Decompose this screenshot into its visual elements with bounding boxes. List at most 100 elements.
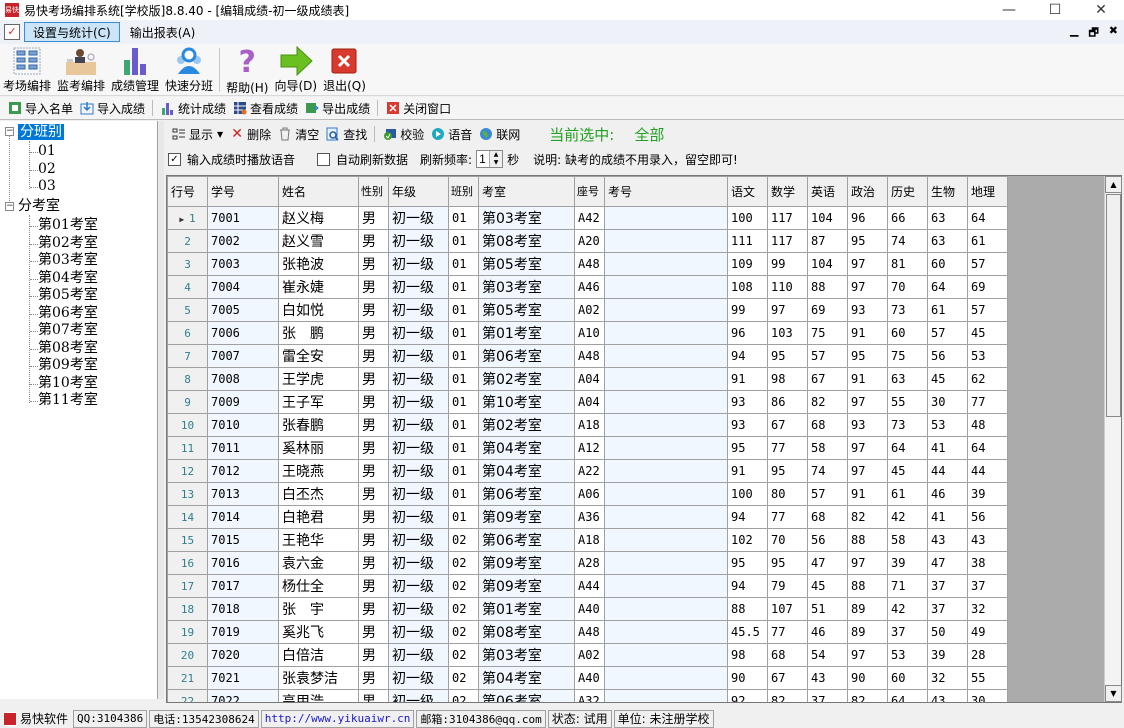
grid-cell[interactable]: 男 <box>358 574 389 598</box>
grid-cell[interactable]: 94 <box>727 574 768 598</box>
grid-cell[interactable]: 初一级 <box>388 436 449 460</box>
grid-cell[interactable]: 64 <box>967 436 1008 460</box>
tree-node-第08考室[interactable]: 第08考室 <box>38 339 98 357</box>
grid-cell[interactable]: A22 <box>574 459 605 483</box>
grid-cell[interactable]: 39 <box>887 551 928 575</box>
auto-refresh-checkbox[interactable] <box>317 152 331 166</box>
tree-node-01[interactable]: 01 <box>38 142 56 160</box>
grid-cell[interactable]: 王子军 <box>278 390 359 414</box>
grid-cell[interactable]: 73 <box>887 413 928 437</box>
grid-cell[interactable]: 男 <box>358 528 389 552</box>
mdi-close-button[interactable]: ✖ <box>1109 24 1118 43</box>
table-row[interactable]: 7 7007 雷全安男初一级 01 第06考室 A48 94 95 57 95 75 56 53 <box>167 344 1008 368</box>
grid-cell[interactable]: 38 <box>967 551 1008 575</box>
grid-cell[interactable]: A06 <box>574 482 605 506</box>
grid-cell[interactable]: 7022 <box>207 689 279 702</box>
grid-cell[interactable]: 91 <box>727 459 768 483</box>
grid-cell[interactable]: 28 <box>967 643 1008 667</box>
grid-cell[interactable]: A48 <box>574 344 605 368</box>
grid-cell[interactable]: 43 <box>927 689 968 702</box>
grid-cell[interactable]: 100 <box>727 206 768 230</box>
grid-cell[interactable]: 54 <box>807 643 848 667</box>
grid-cell[interactable]: 02 <box>448 620 479 644</box>
grid-cell[interactable]: 7001 <box>207 206 279 230</box>
grid-cell[interactable]: 王艳华 <box>278 528 359 552</box>
column-header[interactable]: 语文 <box>727 176 768 207</box>
grid-cell[interactable]: 67 <box>767 413 808 437</box>
grid-cell[interactable]: 男 <box>358 436 389 460</box>
grid-cell[interactable]: 75 <box>887 344 928 368</box>
grid-cell[interactable]: 95 <box>727 436 768 460</box>
grid-cell[interactable]: 7016 <box>207 551 279 575</box>
grid-cell[interactable] <box>604 390 728 414</box>
score-manage-button[interactable]: 成绩管理 <box>108 44 162 94</box>
grid-cell[interactable]: 初一级 <box>388 367 449 391</box>
grid-cell[interactable]: A10 <box>574 321 605 345</box>
grid-cell[interactable]: 37 <box>807 689 848 702</box>
grid-cell[interactable]: 男 <box>358 482 389 506</box>
grid-cell[interactable]: 68 <box>807 505 848 529</box>
grid-cell[interactable]: A48 <box>574 620 605 644</box>
grid-cell[interactable]: 97 <box>847 459 888 483</box>
grid-cell[interactable]: 初一级 <box>388 298 449 322</box>
column-header[interactable]: 姓名 <box>278 176 359 207</box>
grid-cell[interactable]: 79 <box>767 574 808 598</box>
voice-button[interactable]: 语音 <box>427 124 475 144</box>
grid-cell[interactable]: 第01考室 <box>478 597 575 621</box>
grid-cell[interactable]: 87 <box>807 229 848 253</box>
grid-cell[interactable]: 7003 <box>207 252 279 276</box>
quick-class-button[interactable]: 快速分班 <box>162 44 216 94</box>
grid-cell[interactable]: 53 <box>967 344 1008 368</box>
display-dropdown[interactable]: 显示 ▼ <box>168 124 226 144</box>
grid-cell[interactable]: 32 <box>927 666 968 690</box>
grid-cell[interactable]: 111 <box>727 229 768 253</box>
grid-cell[interactable]: 37 <box>887 620 928 644</box>
grid-cell[interactable]: 32 <box>967 597 1008 621</box>
grid-cell[interactable]: 第02考室 <box>478 413 575 437</box>
grid-cell[interactable]: A36 <box>574 505 605 529</box>
grid-cell[interactable]: 63 <box>887 367 928 391</box>
grid-cell[interactable]: 95 <box>767 344 808 368</box>
grid-cell[interactable]: 43 <box>927 528 968 552</box>
grid-cell[interactable]: 95 <box>727 551 768 575</box>
grid-cell[interactable]: 男 <box>358 206 389 230</box>
grid-cell[interactable] <box>604 298 728 322</box>
grid-cell[interactable]: 62 <box>967 367 1008 391</box>
grid-cell[interactable]: 01 <box>448 482 479 506</box>
verify-button[interactable]: 校验 <box>379 124 427 144</box>
table-row[interactable]: 9 7009 王子军男初一级 01 第10考室 A04 93 86 82 97 55 30 77 <box>167 390 1008 414</box>
grid-cell[interactable]: 97 <box>847 551 888 575</box>
grid-cell[interactable]: 104 <box>807 206 848 230</box>
table-row[interactable]: 6 7006 张 鹏男初一级 01 第01考室 A10 96 103 75 91 60 57 45 <box>167 321 1008 345</box>
table-row[interactable]: 18 7018 张 宇男初一级 02 第01考室 A40 88 107 51 89 42 37 32 <box>167 597 1008 621</box>
grid-cell[interactable]: 95 <box>847 229 888 253</box>
grid-cell[interactable]: 02 <box>448 528 479 552</box>
grid-cell[interactable]: 男 <box>358 643 389 667</box>
column-header[interactable]: 地理 <box>967 176 1008 207</box>
grid-cell[interactable]: A04 <box>574 367 605 391</box>
scrollbar-thumb[interactable] <box>1106 194 1121 417</box>
status-website-link[interactable]: http://www.yikuaiwr.cn <box>260 709 415 728</box>
grid-cell[interactable]: 97 <box>767 298 808 322</box>
grid-cell[interactable]: 37 <box>967 574 1008 598</box>
online-button[interactable]: 联网 <box>475 124 523 144</box>
grid-cell[interactable]: 41 <box>927 436 968 460</box>
grid-cell[interactable]: 男 <box>358 666 389 690</box>
grid-cell[interactable]: 98 <box>767 367 808 391</box>
grid-cell[interactable]: 61 <box>887 482 928 506</box>
stats-scores-button[interactable]: 统计成绩 <box>157 98 229 118</box>
help-button[interactable]: ? 帮助(H) <box>223 44 271 96</box>
refresh-rate-input[interactable] <box>477 152 490 166</box>
grid-cell[interactable]: 男 <box>358 367 389 391</box>
import-scores-button[interactable]: 导入成绩 <box>76 98 148 118</box>
grid-cell[interactable]: 88 <box>727 597 768 621</box>
table-row[interactable]: 19 7019 奚兆飞男初一级 02 第08考室 A48 45.5 77 46 89 37 50 49 <box>167 620 1008 644</box>
grid-cell[interactable]: 第04考室 <box>478 459 575 483</box>
tree-node-第10考室[interactable]: 第10考室 <box>38 374 98 392</box>
grid-cell[interactable]: A02 <box>574 298 605 322</box>
grid-cell[interactable]: 7004 <box>207 275 279 299</box>
table-row[interactable]: 15 7015 王艳华男初一级 02 第06考室 A18 102 70 56 88 58 43 43 <box>167 528 1008 552</box>
grid-cell[interactable]: 67 <box>767 666 808 690</box>
grid-cell[interactable]: 77 <box>967 390 1008 414</box>
grid-cell[interactable]: 91 <box>847 367 888 391</box>
